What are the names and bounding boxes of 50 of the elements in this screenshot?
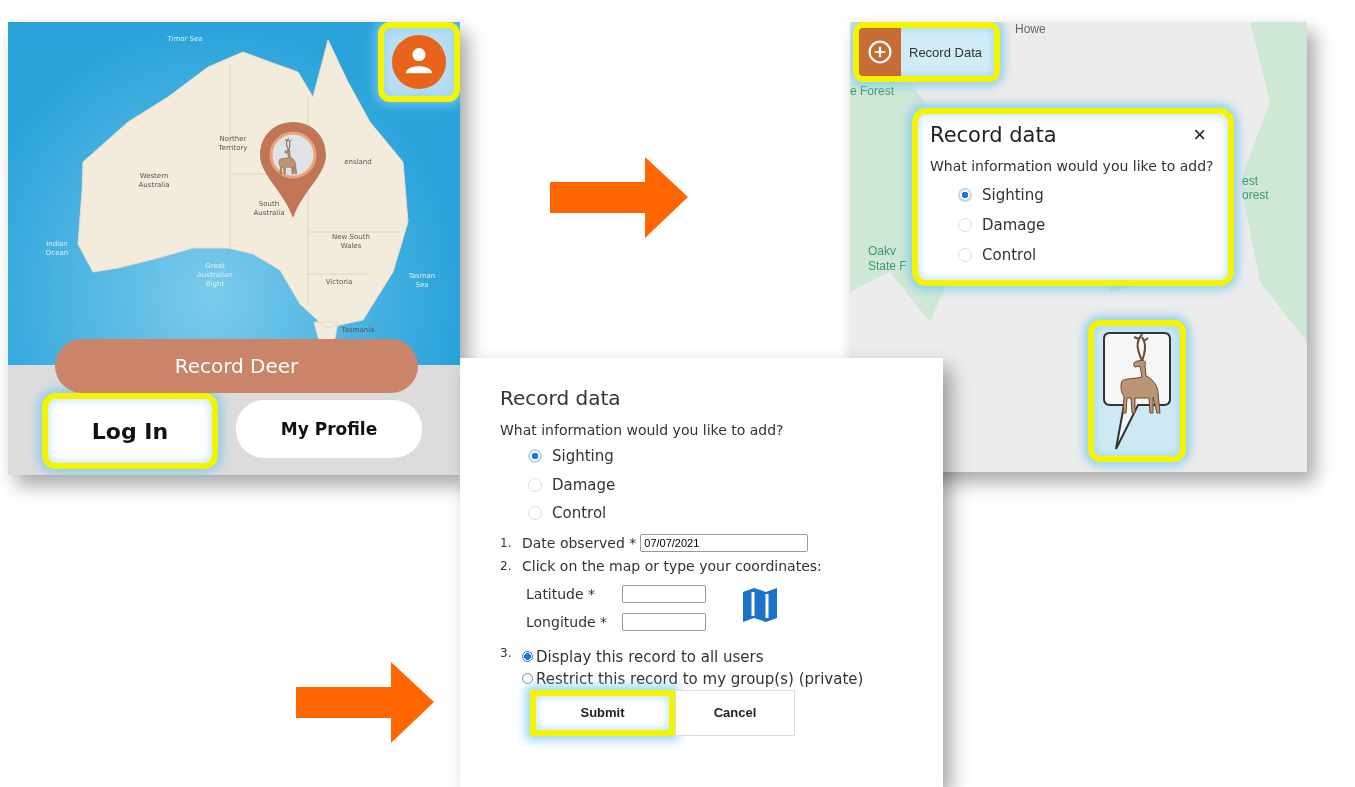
option-label: Restrict this record to my group(s) (private) [536,669,864,688]
instruction-text: Click on the map or type your coordinates: [522,557,822,574]
option-label: Damage [982,216,1046,234]
map-icon[interactable] [742,587,778,622]
option-label: Sighting [982,186,1044,204]
map-label: e Forest [850,84,894,98]
user-icon [391,34,447,90]
step-number: 2. [500,558,513,573]
radio-option[interactable]: Control [958,240,1220,270]
field-label: Date observed * [522,534,637,551]
my-profile-button[interactable]: My Profile [236,400,422,458]
record-data-button[interactable]: Record Data [853,22,1000,82]
log-in-button[interactable]: Log In [42,393,218,469]
map-label: State F [868,259,907,273]
radio-option[interactable]: Sighting [958,180,1220,210]
map-label: est [1242,174,1258,188]
option-label: Control [982,246,1037,264]
close-button[interactable]: × [1193,122,1220,148]
radio-option[interactable]: Damage [528,470,943,499]
form-title: Record data [500,386,622,410]
date-field[interactable]: 07/07/2021 [640,533,809,552]
step-number: 1. [500,535,513,550]
step-number: 3. [500,645,513,660]
map-label: Howe [1015,22,1046,36]
cancel-button[interactable]: Cancel [675,689,795,736]
deer-marker[interactable] [1088,320,1186,462]
map-label: orest [1242,188,1269,202]
option-label: Control [552,504,607,523]
radio-option[interactable]: Damage [958,210,1220,240]
profile-button[interactable] [378,22,460,102]
radio-option[interactable]: Display this record to all users [522,645,864,668]
map-label: Oakv [868,244,896,258]
submit-button[interactable]: Submit [530,689,675,736]
arrow-icon [550,157,688,238]
field-label: Longitude * [526,613,609,630]
question-text: What information would you like to add? [500,422,785,438]
plus-circle-icon [867,39,893,65]
option-label: Display this record to all users [536,647,764,666]
radio-option[interactable]: Sighting [528,442,943,471]
radio-option[interactable]: Restrict this record to my group(s) (private) [522,667,864,690]
arrow-icon [296,662,434,743]
dialog-title: Record data [930,123,1057,147]
coordinate-field[interactable] [622,584,706,603]
coordinate-field[interactable] [622,612,706,631]
option-label: Sighting [552,447,614,466]
radio-option[interactable]: Control [528,499,943,528]
speech-bubble-deer-icon [1102,331,1172,451]
option-label: Damage [552,475,616,494]
question-text: What information would you like to add? [930,158,1215,174]
field-label: Latitude * [526,585,597,602]
